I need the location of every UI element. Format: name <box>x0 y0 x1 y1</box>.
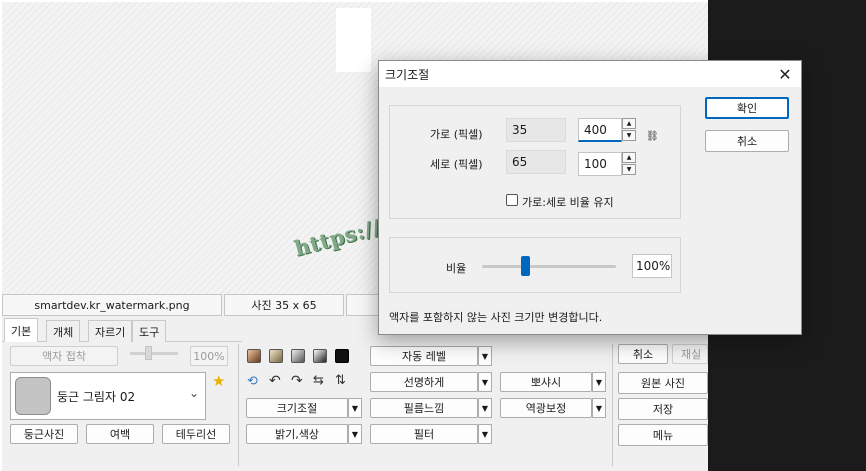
flip-horizontal-icon[interactable]: ⇆ <box>313 373 324 388</box>
photo-image <box>336 8 371 72</box>
undo-icon[interactable]: ↶ <box>269 373 281 389</box>
tool-panel: 기본 개체 자르기 도구 액자 접착 100% 둥근 그림자 02 ⌄ ★ 둥근… <box>2 316 708 471</box>
bbosyasi-dropdown-icon[interactable]: ▼ <box>592 372 606 392</box>
height-input[interactable]: 100 <box>578 152 622 176</box>
width-spin-up-icon[interactable]: ▲ <box>622 118 636 129</box>
frame-style-value: 둥근 그림자 02 <box>57 390 136 404</box>
width-input[interactable]: 400 <box>578 118 622 142</box>
margin-button[interactable]: 여백 <box>86 424 154 444</box>
border-button[interactable]: 테두리선 <box>162 424 230 444</box>
panel-divider <box>238 344 239 466</box>
status-image-size: 사진 35 x 65 <box>224 294 344 316</box>
save-button[interactable]: 저장 <box>618 398 708 420</box>
height-spin-down-icon[interactable]: ▼ <box>622 164 636 175</box>
round-photo-button[interactable]: 둥근사진 <box>10 424 78 444</box>
size-group: 가로 (픽셀) 35 400 ▲ ▼ 세로 (픽셀) 65 100 ▲ ▼ ⛓ … <box>389 105 681 219</box>
frame-style-thumbnail <box>15 377 51 415</box>
ratio-slider-track[interactable] <box>482 265 616 268</box>
keep-ratio-checkbox[interactable] <box>506 194 518 206</box>
ratio-label: 비율 <box>446 262 467 275</box>
frame-fold-button[interactable]: 액자 접착 <box>10 346 118 366</box>
tab-crop[interactable]: 자르기 <box>88 320 133 342</box>
filter-button[interactable]: 필터 <box>370 424 478 444</box>
effect-sepia-icon[interactable] <box>247 349 261 363</box>
effect-invert-icon[interactable] <box>335 349 349 363</box>
auto-level-dropdown-icon[interactable]: ▼ <box>478 346 492 366</box>
filter-dropdown-icon[interactable]: ▼ <box>478 424 492 444</box>
sharpen-dropdown-icon[interactable]: ▼ <box>478 372 492 392</box>
bbosyasi-button[interactable]: 뽀샤시 <box>500 372 592 392</box>
film-feel-dropdown-icon[interactable]: ▼ <box>478 398 492 418</box>
tab-tools[interactable]: 도구 <box>132 320 167 342</box>
brightness-button[interactable]: 밝기,색상 <box>246 424 348 444</box>
resize-dialog: 크기조절 ✕ 가로 (픽셀) 35 400 ▲ ▼ 세로 (픽셀) 65 100… <box>378 60 802 335</box>
film-feel-button[interactable]: 필름느낌 <box>370 398 478 418</box>
frame-percent-field[interactable]: 100% <box>190 346 228 366</box>
effect-bw-icon[interactable] <box>313 349 327 363</box>
height-current-field: 65 <box>506 150 566 174</box>
redo-action-button[interactable]: 재실 <box>672 344 708 364</box>
width-label: 가로 (픽셀) <box>430 128 483 141</box>
backlight-dropdown-icon[interactable]: ▼ <box>592 398 606 418</box>
star-icon[interactable]: ★ <box>212 372 225 390</box>
width-current-field: 35 <box>506 118 566 142</box>
width-spin-down-icon[interactable]: ▼ <box>622 130 636 141</box>
frame-slider-thumb[interactable] <box>145 346 152 360</box>
panel-divider-right <box>612 344 613 466</box>
close-icon[interactable]: ✕ <box>775 65 795 84</box>
dialog-title: 크기조절 <box>385 67 430 82</box>
effect-gray-icon[interactable] <box>291 349 305 363</box>
frame-slider-track[interactable] <box>130 352 178 355</box>
tab-basic[interactable]: 기본 <box>4 318 39 342</box>
frame-style-select[interactable]: 둥근 그림자 02 ⌄ <box>10 372 206 420</box>
resize-button[interactable]: 크기조절 <box>246 398 348 418</box>
backlight-button[interactable]: 역광보정 <box>500 398 592 418</box>
brightness-dropdown-icon[interactable]: ▼ <box>348 424 362 444</box>
menu-button[interactable]: 메뉴 <box>618 424 708 446</box>
ratio-slider-thumb[interactable] <box>520 256 530 276</box>
redo-icon[interactable]: ↷ <box>291 373 303 389</box>
link-chain-icon[interactable]: ⛓ <box>646 132 659 142</box>
flip-vertical-icon[interactable]: ⇅ <box>335 373 346 388</box>
auto-level-button[interactable]: 자동 레벨 <box>370 346 478 366</box>
status-filename: smartdev.kr_watermark.png <box>2 294 222 316</box>
dialog-cancel-button[interactable]: 취소 <box>705 130 789 152</box>
original-photo-button[interactable]: 원본 사진 <box>618 372 708 394</box>
cancel-action-button[interactable]: 취소 <box>618 344 668 364</box>
ok-button[interactable]: 확인 <box>705 97 789 119</box>
effect-vintage-icon[interactable] <box>269 349 283 363</box>
tab-object[interactable]: 개체 <box>46 320 81 342</box>
height-spin-up-icon[interactable]: ▲ <box>622 152 636 163</box>
dialog-title-bar: 크기조절 <box>379 61 801 87</box>
dialog-note: 액자를 포함하지 않는 사진 크기만 변경합니다. <box>389 311 603 324</box>
ratio-value-field[interactable]: 100% <box>632 254 672 278</box>
resize-dropdown-icon[interactable]: ▼ <box>348 398 362 418</box>
keep-ratio-label: 가로:세로 비율 유지 <box>522 196 614 209</box>
ratio-group: 비율 100% <box>389 237 681 293</box>
chevron-down-icon: ⌄ <box>188 386 199 400</box>
sharpen-button[interactable]: 선명하게 <box>370 372 478 392</box>
rotate-icon[interactable]: ⟲ <box>247 374 258 389</box>
height-label: 세로 (픽셀) <box>430 158 483 171</box>
